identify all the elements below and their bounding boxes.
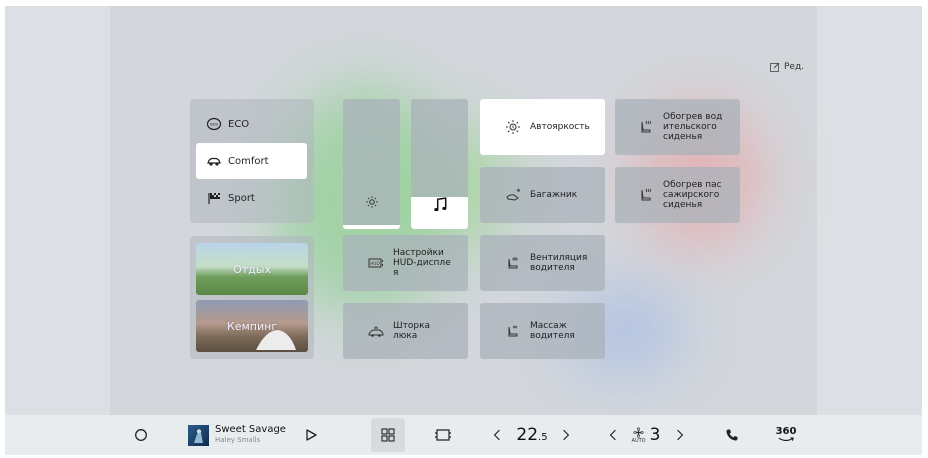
edit-label: Ред. [784,62,805,72]
drive-mode-eco[interactable]: eco ECO [196,106,307,142]
play-button[interactable] [302,415,320,455]
driver-seat-heat-tile[interactable]: Обогрев вод ительского сиденья [615,99,740,155]
circle-home-icon [135,429,147,441]
brightness-slider-fill [343,225,400,229]
auto-brightness-label: Автояркость [530,122,590,132]
fan-level: 3 [649,425,661,445]
drive-mode-sport-label: Sport [228,192,255,204]
temp-decrease-button[interactable] [489,415,505,455]
seat-massage-icon [502,323,524,339]
hud-icon: HUD [365,255,387,271]
media-player[interactable]: Sweet Savage Haley Smalls [188,415,288,455]
drive-mode-sport[interactable]: Sport [196,180,307,216]
grid-icon [381,428,395,442]
drive-mode-comfort-label: Comfort [228,155,269,167]
fan-icon [633,426,644,438]
sunroof-tile[interactable]: Шторка люка [343,303,468,359]
auto-brightness-icon: A [502,119,524,135]
drive-mode-comfort[interactable]: Comfort [196,143,307,179]
hud-settings-label: Настройки HUD-диспле я [393,248,451,278]
media-title: Sweet Savage [215,424,286,435]
car-view-button[interactable] [432,415,454,455]
play-icon [306,429,317,441]
fan-decrease-button[interactable] [605,415,621,455]
chevron-left-icon [609,429,616,441]
screen: Ред. eco ECO Comfort Sport Отдых Кемпинг… [0,0,928,458]
volume-slider[interactable] [411,99,468,229]
driver-massage-tile[interactable]: Массаж водителя [480,303,605,359]
edit-button[interactable]: Ред. [770,62,804,72]
brightness-icon [343,195,400,209]
temp-increase-button[interactable] [558,415,574,455]
drive-mode-panel: eco ECO Comfort Sport [190,99,314,223]
scene-rest[interactable]: Отдых [196,243,308,295]
sunroof-icon [365,323,387,339]
chevron-right-icon [677,429,684,441]
rotate-arrow-icon [778,437,794,441]
seat-heat-icon [635,119,657,135]
drive-mode-eco-label: ECO [228,118,250,130]
temperature-value: 22 [516,425,539,445]
eco-icon: eco [200,117,228,131]
home-button[interactable] [131,415,151,455]
scene-camping-label: Кемпинг [226,319,278,333]
left-margin-panel [5,6,110,415]
svg-text:eco: eco [210,123,218,128]
sport-flag-icon [200,191,228,205]
passenger-seat-heat-tile[interactable]: Обогрев пас сажирского сиденья [615,167,740,223]
scene-rest-label: Отдых [233,262,271,276]
sunroof-label: Шторка люка [393,321,431,341]
scene-panel: Отдых Кемпинг [190,236,314,359]
trunk-tile[interactable]: Багажник [480,167,605,223]
phone-button[interactable] [722,415,742,455]
apps-grid-button[interactable] [371,415,405,455]
driver-massage-label: Массаж водителя [530,321,575,341]
auto-brightness-tile[interactable]: A Автояркость [480,99,605,155]
trunk-icon [502,187,524,203]
seat-heat-icon [635,187,657,203]
fan-mode: AUTO [631,437,646,444]
media-artist: Haley Smalls [215,436,261,444]
camera-360-button[interactable]: 360 [773,415,799,455]
right-margin-panel [817,6,922,415]
scene-camping[interactable]: Кемпинг [196,300,308,352]
comfort-car-icon [200,154,228,168]
main-area: Ред. eco ECO Comfort Sport Отдых Кемпинг… [5,6,922,415]
svg-text:HUD: HUD [370,261,379,266]
temperature-decimal: .5 [538,432,548,443]
phone-icon [726,429,738,441]
taskbar: Sweet Savage Haley Smalls 22 .5 AUTO 3 3… [5,415,922,455]
brightness-slider[interactable] [343,99,400,229]
camera-360-label: 360 [775,426,797,437]
car-body-icon [435,429,451,441]
trunk-label: Багажник [530,190,578,200]
driver-seat-heat-label: Обогрев вод ительского сиденья [663,112,723,142]
chevron-right-icon [563,429,570,441]
fan-increase-button[interactable] [672,415,688,455]
svg-text:A: A [512,125,515,130]
hud-settings-tile[interactable]: HUD Настройки HUD-диспле я [343,235,468,291]
music-note-icon [411,197,468,213]
chevron-left-icon [493,429,500,441]
seat-vent-icon [502,255,524,271]
driver-ventilation-tile[interactable]: Вентиляция водителя [480,235,605,291]
passenger-seat-heat-label: Обогрев пас сажирского сиденья [663,180,722,210]
temperature-display: 22 .5 [512,415,552,455]
driver-ventilation-label: Вентиляция водителя [530,253,588,273]
album-art [188,424,209,446]
fan-display: AUTO 3 [625,415,667,455]
edit-icon [770,62,780,72]
